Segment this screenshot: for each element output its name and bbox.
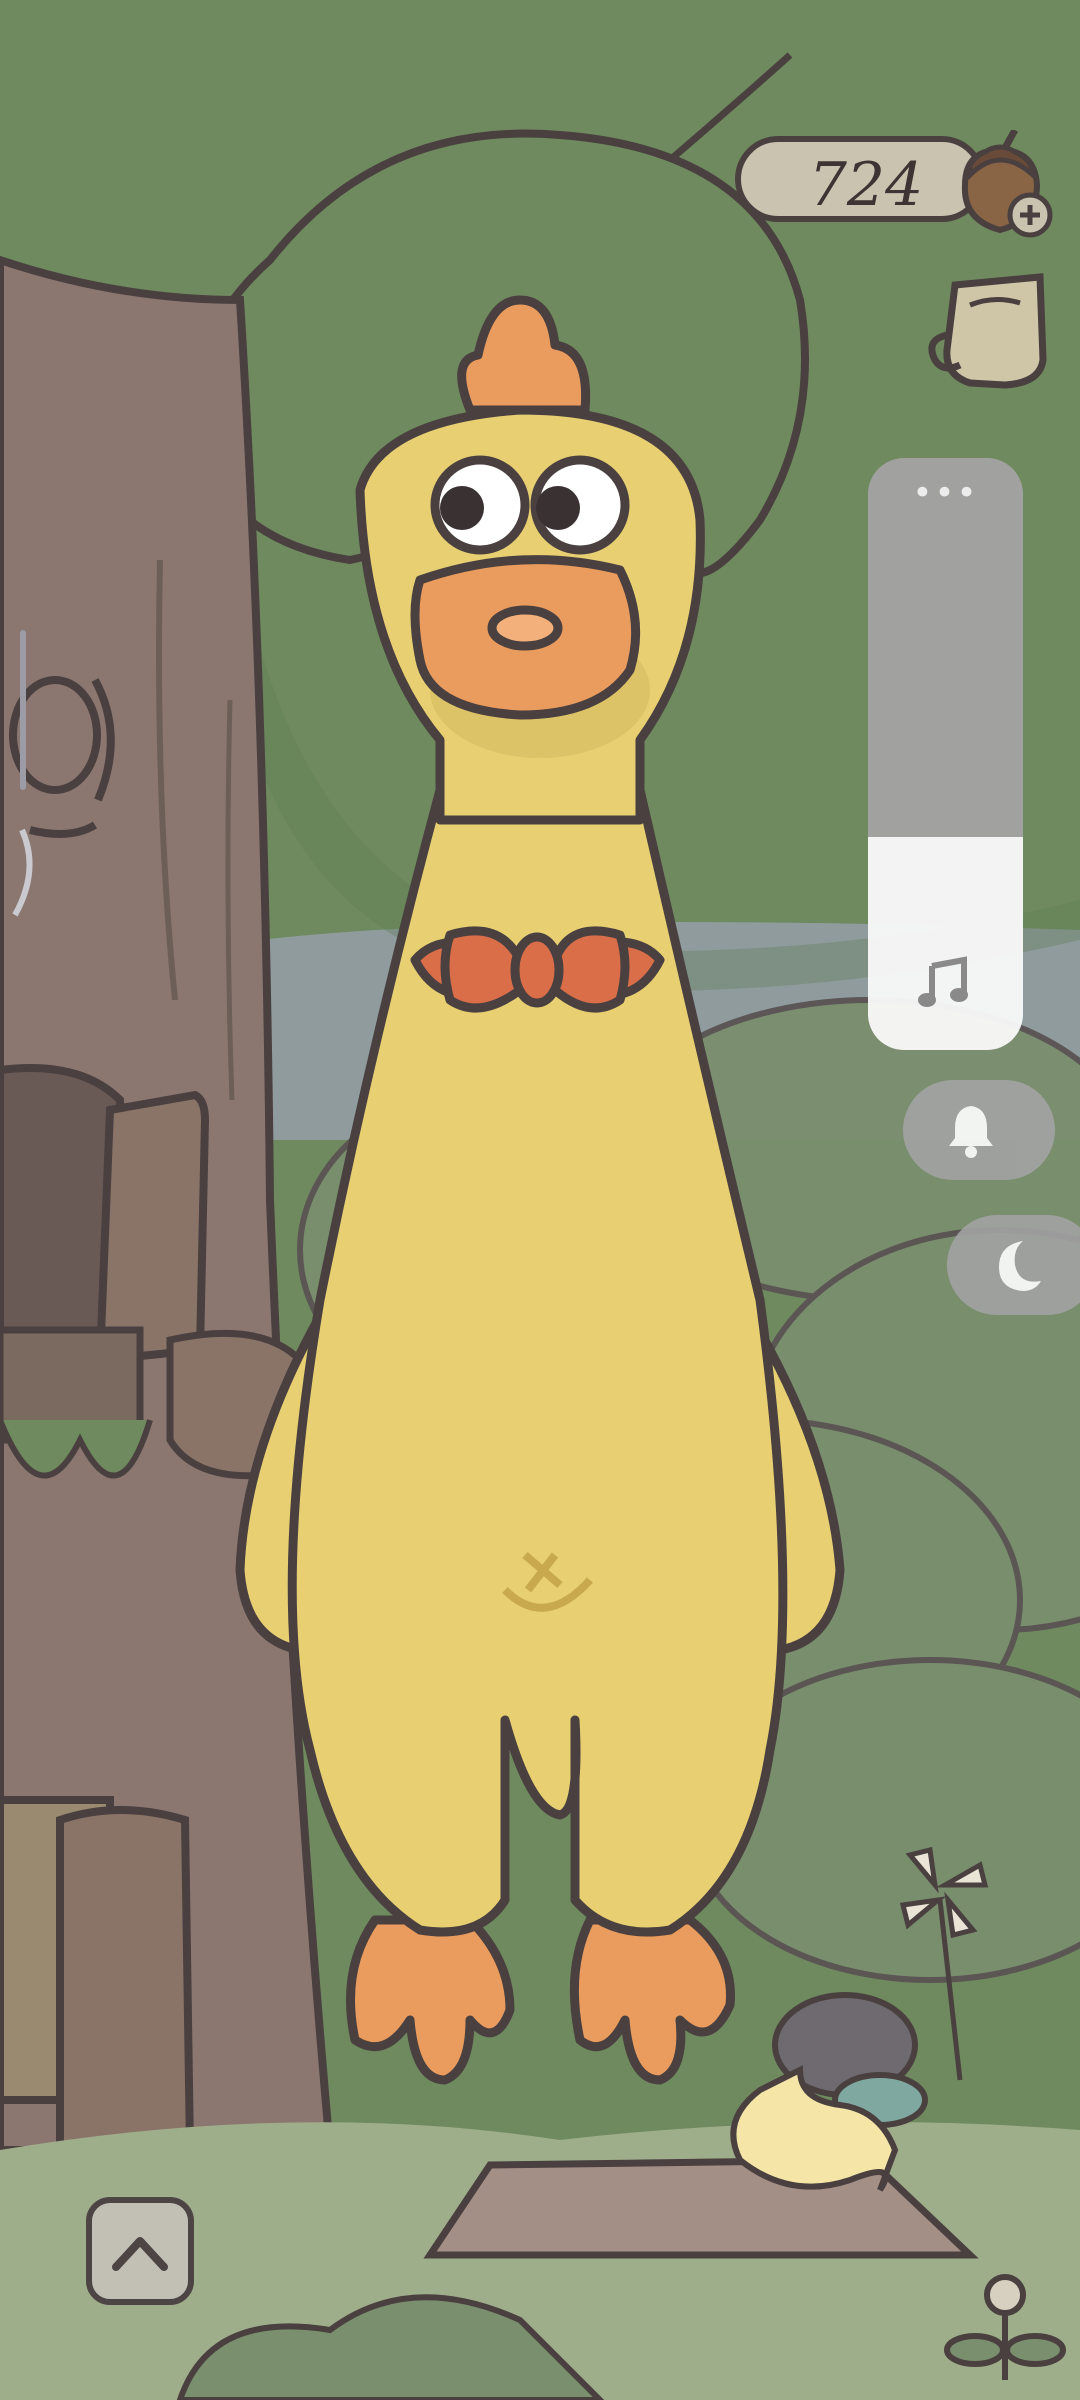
bell-button[interactable] <box>903 1080 1055 1180</box>
scroll-up-button[interactable] <box>86 2197 194 2305</box>
acorn-plus-icon[interactable] <box>945 130 1055 240</box>
moon-icon <box>999 1241 1041 1291</box>
scroll-indicator <box>20 630 26 790</box>
acorn-counter[interactable]: 724 <box>735 130 1055 240</box>
game-scene <box>0 0 1080 2400</box>
tree-door-lower <box>0 1796 195 2154</box>
music-note-icon <box>918 956 968 1007</box>
moon-button[interactable] <box>947 1215 1080 1315</box>
cup-icon[interactable] <box>925 265 1060 395</box>
chicken-bow-tie <box>410 926 665 1013</box>
more-dots-icon[interactable]: ••• <box>868 476 1023 510</box>
volume-slider[interactable]: ••• <box>868 458 1023 1050</box>
volume-level-fill <box>868 836 1023 1050</box>
bell-icon <box>949 1106 993 1158</box>
chevron-up-icon <box>112 2237 168 2271</box>
acorn-count: 724 <box>808 150 924 220</box>
